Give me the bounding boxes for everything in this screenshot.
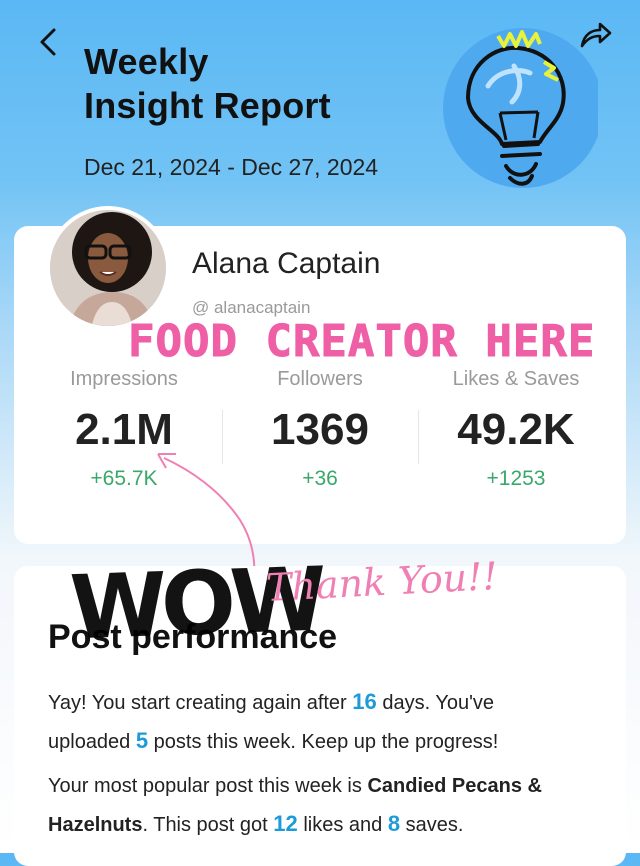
text: Your most popular post this week is — [48, 775, 368, 797]
text: uploaded — [48, 731, 136, 753]
title-line-2: Insight Report — [84, 85, 331, 126]
text: Yay! You start creating again after — [48, 692, 353, 714]
popular-post-paragraph: Your most popular post this week is Cand… — [48, 767, 608, 844]
stat-label: Likes & Saves — [452, 368, 580, 390]
back-chevron-icon[interactable] — [30, 22, 70, 62]
stat-label: Followers — [277, 368, 363, 390]
stat-label: Impressions — [70, 368, 178, 390]
title-line-1: Weekly — [84, 41, 209, 82]
text: posts this week. Keep up the progress! — [148, 731, 499, 753]
summary-paragraph: Yay! You start creating again after 16 d… — [48, 683, 608, 761]
text: saves. — [400, 814, 464, 836]
text: . This post got — [142, 814, 274, 836]
saves-count: 8 — [387, 811, 401, 836]
stat-delta: +1253 — [486, 467, 546, 490]
days-count: 16 — [352, 689, 377, 714]
popular-post-title-cont[interactable]: Hazelnuts — [48, 814, 142, 836]
avatar — [46, 206, 170, 330]
text: days. You've — [376, 692, 495, 714]
popular-post-title[interactable]: Candied Pecans & — [367, 775, 542, 797]
posts-count: 5 — [135, 728, 149, 753]
page-title: Weekly Insight Report — [84, 40, 331, 128]
profile-handle: @ alanacaptain — [192, 298, 311, 317]
stat-likes-saves: Likes & Saves 49.2K +1253 — [414, 368, 618, 491]
text: likes and — [297, 814, 388, 836]
date-range: Dec 21, 2024 - Dec 27, 2024 — [84, 154, 379, 180]
stat-value: 49.2K — [457, 405, 575, 454]
profile-name: Alana Captain — [192, 247, 381, 280]
overlay-food-creator-text: FOOD CREATOR HERE — [127, 316, 596, 368]
lightbulb-icon — [443, 28, 598, 188]
likes-count: 12 — [273, 811, 298, 836]
